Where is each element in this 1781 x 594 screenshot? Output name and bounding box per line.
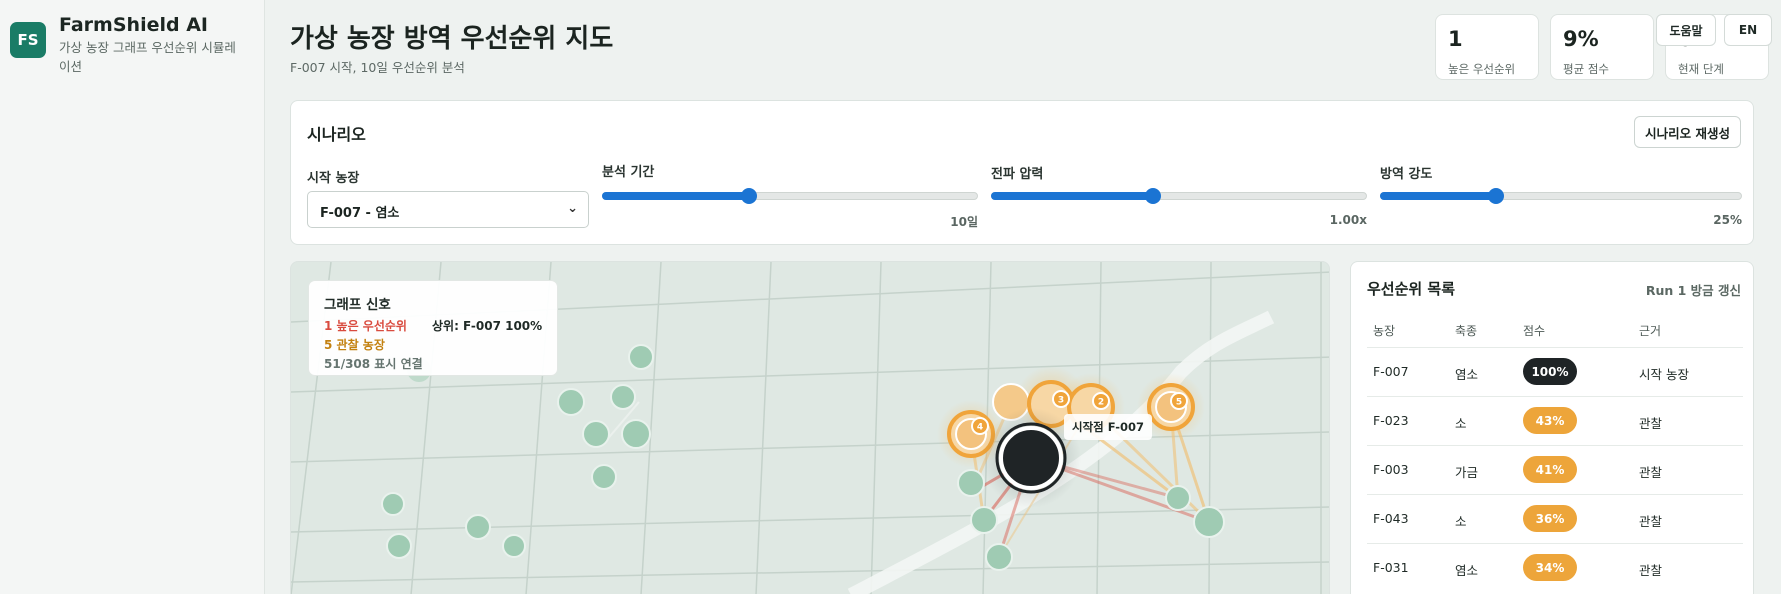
farm-node — [502, 534, 526, 558]
scenario-title: 시나리오 — [307, 125, 366, 144]
reason: 관찰 — [1639, 416, 1663, 431]
brand-subtitle: 가상 농장 그래프 우선순위 시뮬레이션 — [59, 40, 236, 74]
start-farm-value: F-007 - 염소 — [320, 206, 400, 221]
start-farm-label: 시작 농장 — [307, 171, 360, 186]
farm-id: F-031 — [1373, 560, 1409, 575]
reason: 관찰 — [1639, 514, 1663, 529]
farm-node — [628, 344, 654, 370]
species: 가금 — [1455, 465, 1479, 480]
table-row[interactable]: F-003 가금 41% 관찰 — [1367, 445, 1743, 494]
farm-node — [465, 514, 491, 540]
legend-title: 그래프 신호 — [324, 297, 391, 313]
rank-badge-3: 3 — [1058, 396, 1064, 406]
farm-node — [1165, 485, 1191, 511]
farm-id: F-003 — [1373, 462, 1409, 477]
chevron-down-icon: ⌄ — [567, 201, 578, 216]
table-row[interactable]: F-023 소 43% 관찰 — [1367, 396, 1743, 445]
stat-average-score: 9% 평균 점수 — [1550, 14, 1654, 80]
period-value: 10일 — [950, 215, 978, 229]
score-badge: 34% — [1523, 554, 1577, 581]
stat-label: 높은 우선순위 — [1448, 62, 1516, 76]
table-row[interactable]: F-043 소 36% 관찰 — [1367, 494, 1743, 543]
brand-logo: FS — [10, 22, 46, 58]
pressure-slider[interactable] — [991, 186, 1367, 206]
legend-high-priority: 1 높은 우선순위 — [324, 319, 407, 333]
stat-label: 현재 단계 — [1678, 62, 1724, 76]
farm-id: F-007 — [1373, 364, 1409, 379]
slider-thumb[interactable] — [1144, 188, 1161, 204]
rank-badge-5: 5 — [1176, 398, 1182, 408]
farm-node — [985, 543, 1013, 571]
priority-list-title: 우선순위 목록 — [1367, 280, 1456, 298]
score-badge: 43% — [1523, 407, 1577, 434]
period-label: 분석 기간 — [602, 165, 655, 180]
farm-node — [557, 388, 585, 416]
table-row[interactable]: F-031 염소 34% 관찰 — [1367, 543, 1743, 592]
reason: 관찰 — [1639, 465, 1663, 480]
rank-badge-2: 2 — [1098, 398, 1104, 408]
legend-top-farm: 상위: F-007 100% — [432, 319, 543, 333]
farm-node — [610, 384, 636, 410]
farm-node — [970, 506, 998, 534]
species: 소 — [1455, 416, 1467, 431]
table-row[interactable]: F-007 염소 100% 시작 농장 — [1367, 347, 1743, 396]
intensity-value: 25% — [1713, 213, 1742, 227]
pressure-label: 전파 압력 — [991, 167, 1044, 182]
farm-id: F-043 — [1373, 511, 1409, 526]
score-badge: 36% — [1523, 505, 1577, 532]
period-slider[interactable] — [602, 186, 978, 206]
legend-watch-farms: 5 관찰 농장 — [324, 338, 385, 352]
column-header-farm: 농장 — [1373, 324, 1396, 338]
language-button[interactable]: EN — [1724, 14, 1772, 46]
scenario-panel: 시나리오 시나리오 재생성 시작 농장 F-007 - 염소 ⌄ 분석 기간 1… — [290, 100, 1754, 245]
graph-legend: 그래프 신호 1 높은 우선순위 상위: F-007 100% 5 관찰 농장 … — [308, 280, 558, 376]
farm-graph-map[interactable]: 4 3 2 5 시작점 F-007 그래프 신호 1 높은 우선순위 상위: F… — [290, 261, 1330, 594]
farm-node — [591, 464, 617, 490]
brand-name: FarmShield AI — [59, 14, 208, 36]
score-badge: 100% — [1523, 358, 1577, 385]
stat-value: 1 — [1448, 27, 1463, 51]
farm-node — [582, 420, 610, 448]
priority-list-panel: 우선순위 목록 Run 1 방금 갱신 농장 축종 점수 근거 F-007 염소 1… — [1350, 261, 1754, 594]
column-header-species: 축종 — [1455, 324, 1478, 338]
column-header-score: 점수 — [1523, 324, 1546, 338]
score-badge: 41% — [1523, 456, 1577, 483]
page-subtitle: F-007 시작, 10일 우선순위 분석 — [290, 60, 465, 75]
stat-label: 평균 점수 — [1563, 62, 1609, 76]
pressure-value: 1.00x — [1329, 213, 1367, 227]
stat-value: 9% — [1563, 27, 1599, 51]
species: 염소 — [1455, 563, 1479, 578]
stat-high-priority: 1 높은 우선순위 — [1435, 14, 1539, 80]
page-title: 가상 농장 방역 우선순위 지도 — [290, 24, 614, 54]
sidebar: FS FarmShield AI 가상 농장 그래프 우선순위 시뮬레이션 — [0, 0, 265, 594]
species: 소 — [1455, 514, 1467, 529]
slider-thumb[interactable] — [1487, 188, 1504, 204]
farm-node — [381, 492, 405, 516]
legend-link-count: 51/308 표시 연결 — [324, 357, 423, 371]
column-header-reason: 근거 — [1639, 324, 1662, 338]
run-status: Run 1 방금 갱신 — [1645, 283, 1741, 298]
farm-node — [621, 419, 651, 449]
farm-node — [1193, 506, 1225, 538]
reason: 시작 농장 — [1639, 367, 1689, 382]
reason: 관찰 — [1639, 563, 1663, 578]
help-button[interactable]: 도움말 — [1656, 14, 1716, 46]
slider-thumb[interactable] — [740, 188, 757, 204]
farm-node — [386, 533, 412, 559]
intensity-label: 방역 강도 — [1380, 167, 1433, 182]
farm-id: F-023 — [1373, 413, 1409, 428]
start-farm-select[interactable]: F-007 - 염소 ⌄ — [307, 191, 589, 228]
start-point-tag: 시작점 F-007 — [1064, 414, 1153, 440]
farm-node — [957, 469, 985, 497]
regenerate-scenario-button[interactable]: 시나리오 재생성 — [1634, 116, 1741, 148]
species: 염소 — [1455, 367, 1479, 382]
intensity-slider[interactable] — [1380, 186, 1742, 206]
rank-badge-4: 4 — [977, 423, 983, 433]
